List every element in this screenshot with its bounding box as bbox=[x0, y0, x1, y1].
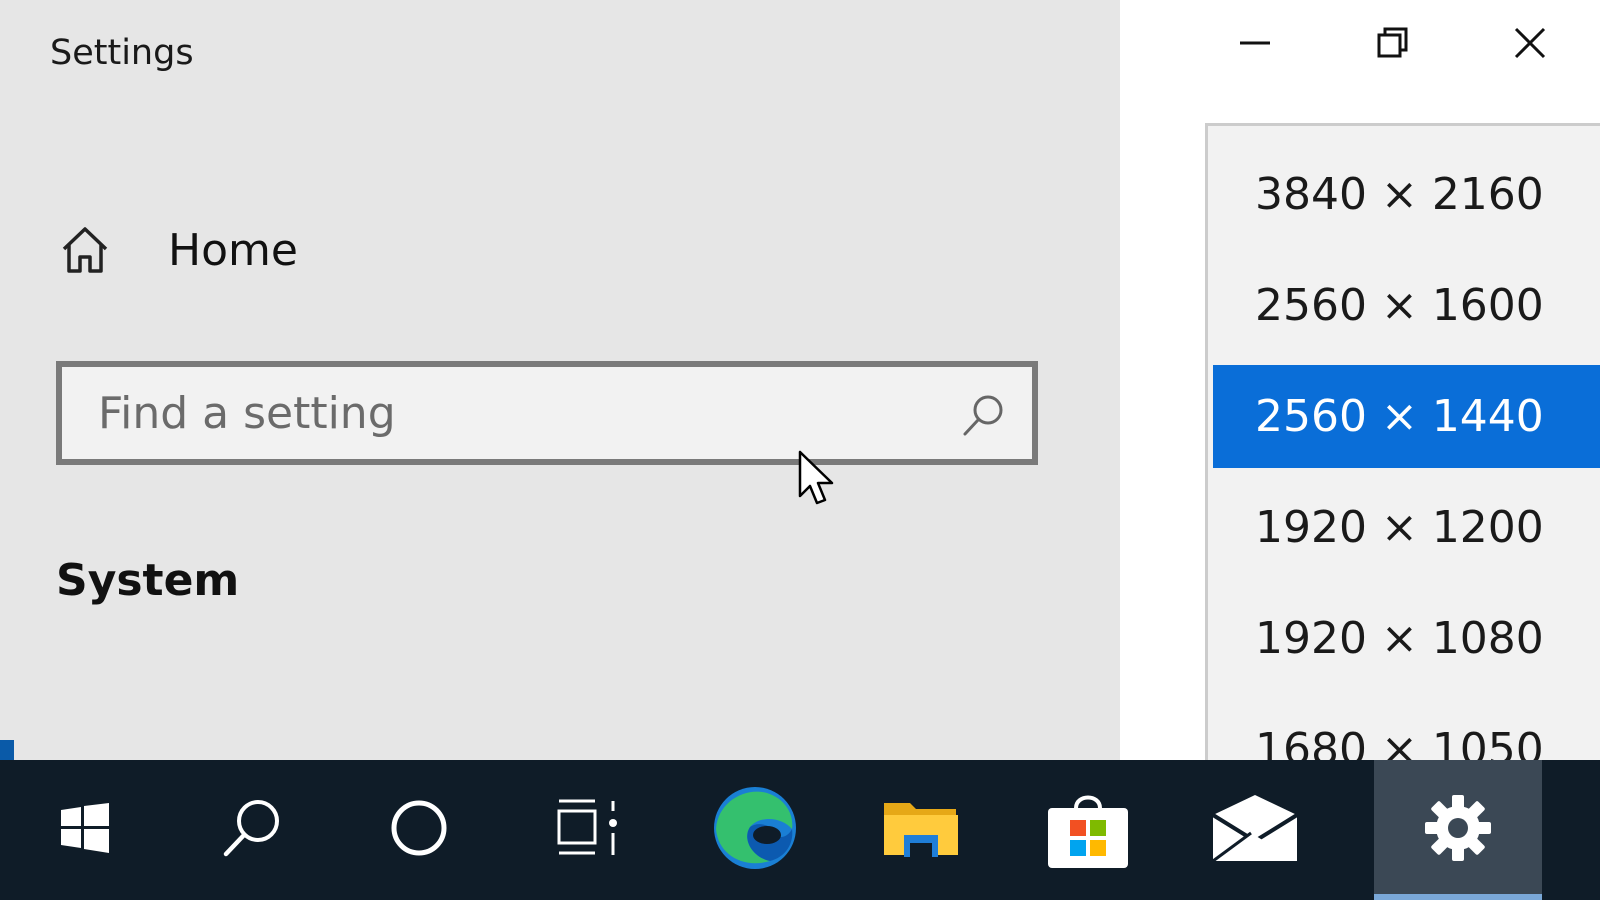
settings-gear-icon bbox=[1423, 793, 1493, 867]
task-view-button[interactable] bbox=[533, 760, 643, 900]
mail-button[interactable] bbox=[1200, 760, 1310, 900]
home-icon bbox=[55, 220, 115, 280]
search-input[interactable] bbox=[62, 386, 960, 440]
minimize-icon bbox=[1238, 26, 1272, 64]
settings-sidebar: Settings Home System bbox=[0, 0, 1120, 760]
file-explorer-button[interactable] bbox=[866, 760, 976, 900]
file-explorer-icon bbox=[882, 795, 960, 865]
edge-icon bbox=[712, 785, 798, 875]
task-view-icon bbox=[555, 797, 621, 863]
resolution-option[interactable]: 3840 × 2160 bbox=[1213, 143, 1600, 246]
close-button[interactable] bbox=[1490, 20, 1570, 70]
taskbar-search-button[interactable] bbox=[197, 760, 307, 900]
search-icon bbox=[220, 796, 284, 864]
resolution-option[interactable]: 1680 × 1050 bbox=[1213, 698, 1600, 763]
restore-icon bbox=[1376, 26, 1410, 64]
home-nav-item[interactable]: Home bbox=[55, 215, 455, 285]
start-button[interactable] bbox=[30, 760, 140, 900]
close-icon bbox=[1513, 26, 1547, 64]
home-label: Home bbox=[168, 224, 298, 276]
taskbar bbox=[0, 760, 1600, 900]
app-title: Settings bbox=[50, 33, 194, 73]
microsoft-store-icon bbox=[1046, 786, 1130, 874]
cortana-icon bbox=[388, 797, 450, 863]
resolution-option[interactable]: 2560 × 1600 bbox=[1213, 254, 1600, 357]
search-box[interactable] bbox=[56, 361, 1038, 465]
windows-start-icon bbox=[59, 802, 111, 858]
resolution-option[interactable]: 1920 × 1080 bbox=[1213, 587, 1600, 690]
search-icon[interactable] bbox=[960, 391, 1008, 439]
selection-accent-bar bbox=[0, 740, 14, 760]
settings-taskbar-button[interactable] bbox=[1374, 760, 1542, 900]
cortana-button[interactable] bbox=[364, 760, 474, 900]
active-indicator bbox=[1374, 894, 1542, 900]
section-heading-system: System bbox=[56, 555, 240, 606]
minimize-button[interactable] bbox=[1215, 20, 1295, 70]
mail-icon bbox=[1211, 793, 1299, 867]
resolution-option[interactable]: 1920 × 1200 bbox=[1213, 476, 1600, 579]
edge-button[interactable] bbox=[700, 760, 810, 900]
restore-button[interactable] bbox=[1353, 20, 1433, 70]
resolution-option-selected[interactable]: 2560 × 1440 bbox=[1213, 365, 1600, 468]
resolution-dropdown-list[interactable]: 3840 × 2160 2560 × 1600 2560 × 1440 1920… bbox=[1205, 123, 1600, 763]
microsoft-store-button[interactable] bbox=[1033, 760, 1143, 900]
